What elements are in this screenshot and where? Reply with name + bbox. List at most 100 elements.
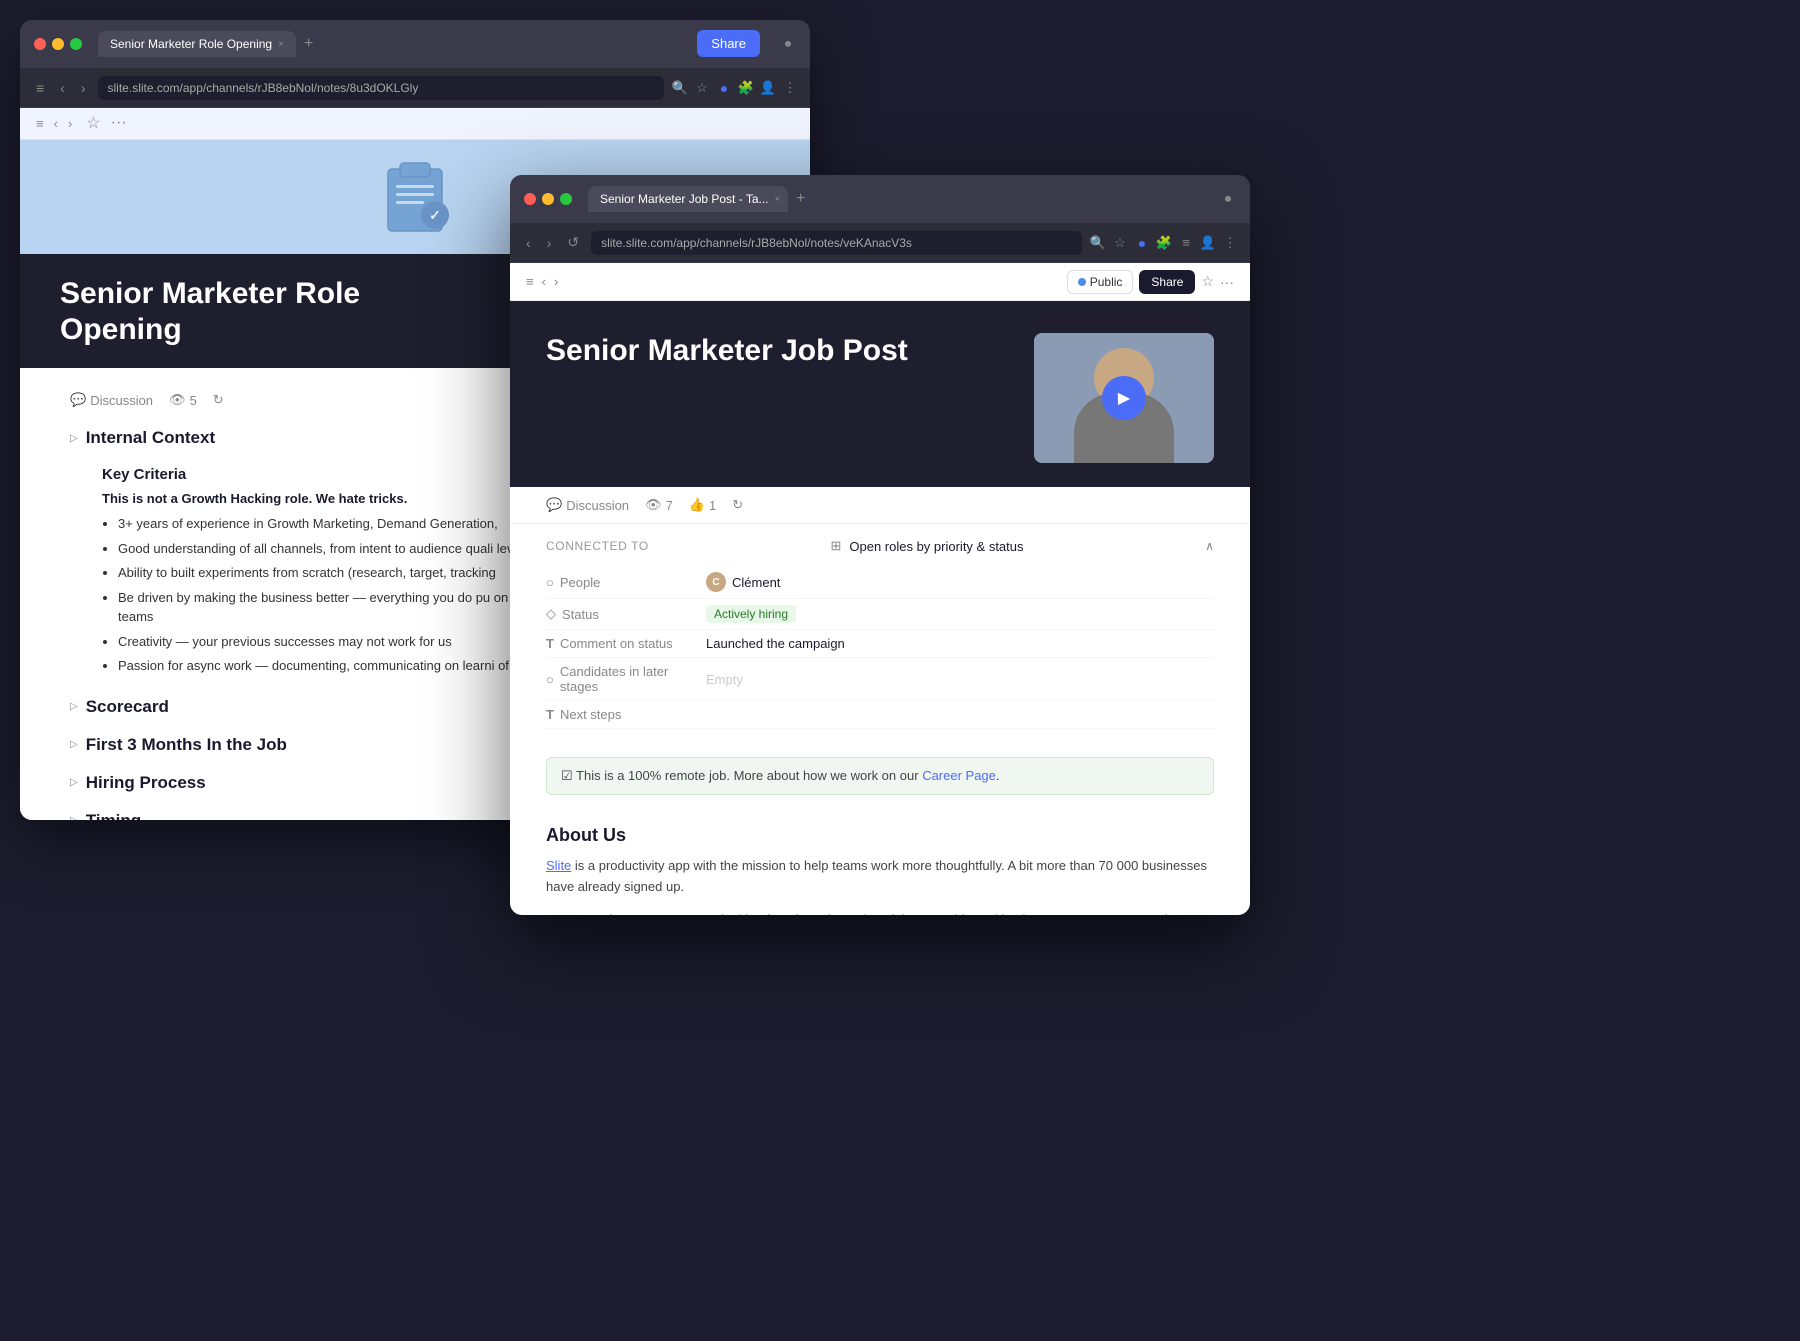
new-tab-button-back[interactable]: + [300, 35, 317, 53]
toolbar-back: ≡ ‹ › 🔍 ☆ ● 🧩 👤 ⋮ [20, 68, 810, 108]
maximize-button-front[interactable] [560, 193, 572, 205]
more-options-front[interactable]: ··· [1220, 274, 1234, 290]
extension-icon-front-2[interactable]: 🧩 [1156, 235, 1172, 251]
back-content-toolbar: ≡ ‹ › Share ☆ ··· [20, 108, 810, 140]
discussion-meta-front[interactable]: 💬 Discussion [546, 497, 629, 513]
property-row-people: ○ People C Clément [546, 566, 1214, 599]
connected-to-table-name[interactable]: Open roles by priority & status [849, 539, 1023, 554]
search-icon[interactable]: 🔍 [672, 80, 688, 96]
nav-forward-front[interactable]: › [543, 233, 556, 253]
property-row-candidates: ○ Candidates in later stages Empty [546, 658, 1214, 701]
timing-title: Timing [86, 811, 141, 820]
sidebar-toggle-front[interactable]: ≡ [526, 274, 534, 289]
profile-icon[interactable]: 👤 [760, 80, 776, 96]
next-front[interactable]: › [554, 274, 558, 289]
arrow-icon: ▷ [70, 433, 78, 444]
tab-title-front: Senior Marketer Job Post - Ta... [600, 192, 769, 206]
bookmark-icon[interactable]: ☆ [694, 80, 710, 96]
public-dot-icon [1078, 278, 1086, 286]
more-options-icon[interactable]: ⋮ [782, 80, 798, 96]
property-value-candidates: Empty [706, 672, 1214, 687]
connected-to-header: CONNECTED TO ⊞ Open roles by priority & … [546, 538, 1214, 554]
connected-to-label: CONNECTED TO [546, 539, 649, 553]
views-meta: 👁 5 [169, 392, 197, 408]
close-button[interactable] [34, 38, 46, 50]
tab-title-back: Senior Marketer Role Opening [110, 37, 272, 51]
share-button-front[interactable]: Share [1139, 270, 1195, 294]
discussion-meta[interactable]: 💬 Discussion [70, 392, 153, 408]
active-tab-back[interactable]: Senior Marketer Role Opening × [98, 31, 296, 57]
property-label-people: ○ People [546, 575, 706, 590]
video-thumbnail[interactable]: ▶ [1034, 333, 1214, 463]
minimize-button-front[interactable] [542, 193, 554, 205]
discussion-label-front: Discussion [566, 498, 629, 513]
traffic-lights-front [524, 193, 572, 205]
minimize-button[interactable] [52, 38, 64, 50]
window-fullscreen-front: ⏺ [1220, 191, 1236, 207]
star-icon-front[interactable]: ☆ [1201, 273, 1214, 290]
nav-sidebar-toggle[interactable]: ≡ [32, 78, 48, 98]
property-label-next-steps: T Next steps [546, 707, 706, 722]
profile-icon-front[interactable]: 👤 [1200, 235, 1216, 251]
front-title-area: Senior Marketer Job Post [546, 333, 1014, 463]
next-page-icon[interactable]: › [68, 116, 72, 131]
active-tab-front[interactable]: Senior Marketer Job Post - Ta... × [588, 186, 788, 212]
front-document-body: About Us Slite is a productivity app wit… [510, 809, 1250, 915]
property-label-comment: T Comment on status [546, 636, 706, 651]
candidates-value: Empty [706, 672, 743, 687]
sync-meta-front[interactable]: ↻ [732, 497, 743, 513]
more-options-back[interactable]: ··· [111, 114, 127, 132]
hiring-process-title: Hiring Process [86, 773, 206, 793]
connected-to-section: CONNECTED TO ⊞ Open roles by priority & … [510, 524, 1250, 743]
nav-refresh-front[interactable]: ↺ [563, 232, 583, 253]
property-value-comment: Launched the campaign [706, 636, 1214, 651]
tab-bar-front: Senior Marketer Job Post - Ta... × + [588, 186, 1212, 212]
sync-icon-front: ↻ [732, 497, 743, 513]
clement-avatar: C [706, 572, 726, 592]
url-bar-front[interactable] [591, 231, 1082, 255]
traffic-lights-back [34, 38, 82, 50]
arrow-icon-5: ▷ [70, 815, 78, 820]
bookmark-icon-front[interactable]: ☆ [1112, 235, 1128, 251]
extension-icon-1[interactable]: ● [716, 80, 732, 96]
views-meta-front: 👁 7 [645, 497, 673, 513]
nav-back-button[interactable]: ‹ [56, 78, 69, 98]
tab-close-back[interactable]: × [278, 39, 284, 50]
prev-front[interactable]: ‹ [542, 274, 546, 289]
share-button-back[interactable]: Share [697, 30, 760, 57]
slite-link[interactable]: Slite [546, 858, 571, 873]
views-count-front: 7 [666, 498, 673, 513]
prev-page-icon[interactable]: ‹ [54, 116, 58, 131]
public-label: Public [1090, 275, 1123, 289]
hamburger-icon-front[interactable]: ≡ [1178, 235, 1194, 251]
discussion-label: Discussion [90, 393, 153, 408]
career-page-link[interactable]: Career Page [922, 768, 996, 783]
tab-close-front[interactable]: × [775, 194, 781, 205]
table-icon: ⊞ [830, 538, 841, 554]
titlebar-back: Senior Marketer Role Opening × + ⏺ [20, 20, 810, 68]
search-icon-front[interactable]: 🔍 [1090, 235, 1106, 251]
star-icon-back[interactable]: ☆ [86, 113, 100, 133]
more-options-icon-front[interactable]: ⋮ [1222, 235, 1238, 251]
close-button-front[interactable] [524, 193, 536, 205]
new-tab-button-front[interactable]: + [792, 190, 809, 208]
play-button[interactable]: ▶ [1102, 376, 1146, 420]
views-icon-front: 👁 [645, 497, 662, 513]
public-button[interactable]: Public [1067, 270, 1134, 294]
maximize-button[interactable] [70, 38, 82, 50]
sidebar-toggle-icon[interactable]: ≡ [36, 116, 44, 131]
internal-context-title: Internal Context [86, 428, 215, 448]
url-bar-back[interactable] [98, 76, 664, 100]
sync-meta[interactable]: ↻ [213, 392, 224, 408]
extension-icon-front-1[interactable]: ● [1134, 235, 1150, 251]
collapse-icon[interactable]: ∧ [1205, 539, 1214, 553]
nav-back-front[interactable]: ‹ [522, 233, 535, 253]
scorecard-title: Scorecard [86, 697, 169, 717]
connected-to-value-area: ⊞ Open roles by priority & status [830, 538, 1023, 554]
like-count-front: 1 [709, 498, 716, 513]
toolbar-front: ‹ › ↺ 🔍 ☆ ● 🧩 ≡ 👤 ⋮ [510, 223, 1250, 263]
extension-icon-2[interactable]: 🧩 [738, 80, 754, 96]
nav-forward-button[interactable]: › [77, 78, 90, 98]
property-label-status: ◇ Status [546, 606, 706, 622]
likes-meta-front[interactable]: 👍 1 [689, 497, 716, 513]
